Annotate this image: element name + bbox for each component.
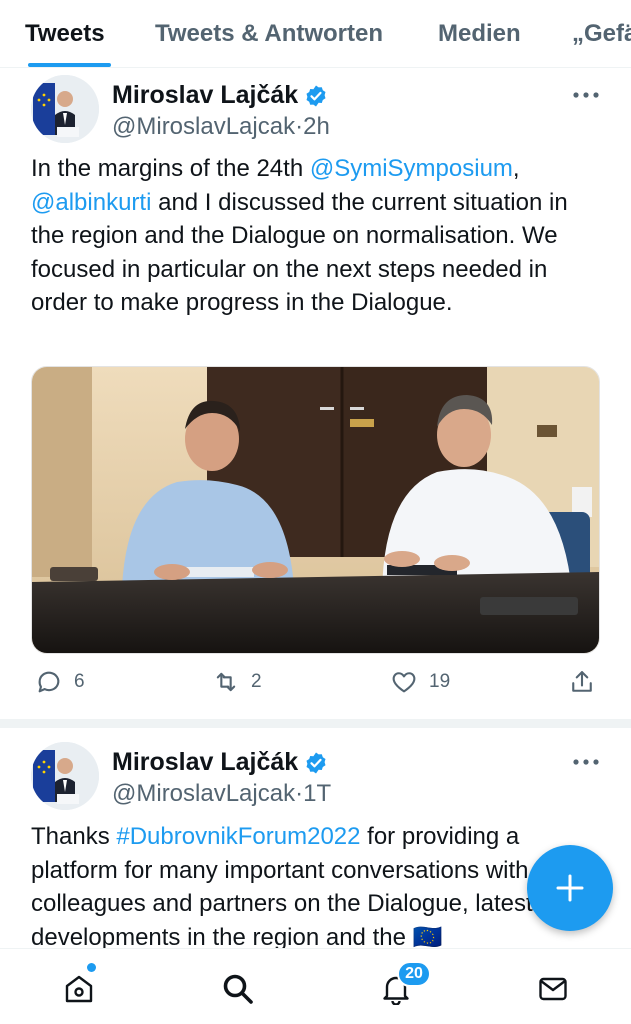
tab-tweets[interactable]: Tweets — [25, 20, 105, 48]
tweet-time[interactable]: 2h — [303, 113, 330, 140]
author-row: Miroslav Lajčák — [112, 748, 328, 777]
tweet-time[interactable]: 1T — [303, 780, 331, 807]
avatar[interactable] — [31, 75, 99, 143]
reply-count: 6 — [74, 671, 85, 692]
tweet-divider — [0, 719, 631, 728]
author-name[interactable]: Miroslav Lajčák — [112, 81, 298, 110]
nav-home[interactable] — [61, 971, 97, 1007]
retweet-icon — [216, 672, 236, 692]
text-segment: , — [512, 155, 520, 182]
compose-tweet-button[interactable] — [527, 845, 613, 931]
tweet-text: Thanks #DubrovnikForum2022 for providing… — [31, 820, 606, 948]
tweet-text: In the margins of the 24th @SymiSymposiu… — [31, 152, 606, 320]
notifications-badge: 20 — [397, 961, 431, 987]
more-icon[interactable] — [572, 90, 600, 100]
nav-search[interactable] — [220, 971, 256, 1007]
like-count: 19 — [429, 671, 451, 692]
search-icon — [223, 974, 253, 1004]
share-icon — [572, 671, 592, 692]
tweet[interactable]: Miroslav Lajčák @MiroslavLajcak·2h In th… — [0, 69, 631, 719]
hashtag-link[interactable]: #DubrovnikForum2022 — [116, 823, 360, 850]
author-row: Miroslav Lajčák — [112, 81, 328, 110]
home-icon — [65, 975, 93, 1003]
separator: · — [295, 113, 304, 140]
home-new-dot — [87, 963, 96, 972]
more-icon[interactable] — [572, 757, 600, 767]
tab-tweets-and-replies[interactable]: Tweets & Antworten — [155, 20, 383, 48]
retweet-button[interactable]: 2 — [212, 668, 262, 696]
tweet-actions: 6 2 19 — [0, 668, 631, 702]
avatar[interactable] — [31, 742, 99, 810]
compose-plus-icon — [556, 874, 584, 902]
text-segment: In the margins of the 24th — [31, 155, 310, 182]
reply-button[interactable]: 6 — [35, 668, 85, 696]
tab-media[interactable]: Medien — [438, 20, 521, 48]
author-handle[interactable]: @MiroslavLajcak — [112, 113, 295, 140]
tab-likes[interactable]: „Gefä — [572, 20, 631, 48]
nav-messages[interactable] — [535, 971, 571, 1007]
author-handle[interactable]: @MiroslavLajcak — [112, 780, 295, 807]
share-button[interactable] — [568, 668, 596, 696]
eu-flag-emoji: 🇪🇺 — [412, 923, 443, 949]
text-segment: Thanks — [31, 823, 117, 850]
active-tab-indicator — [28, 63, 111, 67]
separator: · — [295, 780, 304, 807]
retweet-count: 2 — [251, 671, 262, 692]
profile-tabs: Tweets Tweets & Antworten Medien „Gefä — [0, 0, 631, 68]
author-name[interactable]: Miroslav Lajčák — [112, 748, 298, 777]
handle-row: @MiroslavLajcak·2h — [112, 113, 330, 141]
verified-badge-icon — [306, 85, 326, 106]
reply-icon — [38, 671, 60, 693]
like-icon — [392, 672, 416, 693]
mail-icon — [539, 977, 567, 1001]
mention-link[interactable]: @SymiSymposium — [310, 155, 513, 182]
bottom-navigation — [0, 948, 631, 1024]
like-button[interactable]: 19 — [390, 668, 450, 696]
verified-badge-icon — [306, 752, 326, 773]
handle-row: @MiroslavLajcak·1T — [112, 780, 331, 808]
tweet-photo[interactable] — [31, 366, 600, 654]
mention-link[interactable]: @albinkurti — [31, 189, 151, 216]
